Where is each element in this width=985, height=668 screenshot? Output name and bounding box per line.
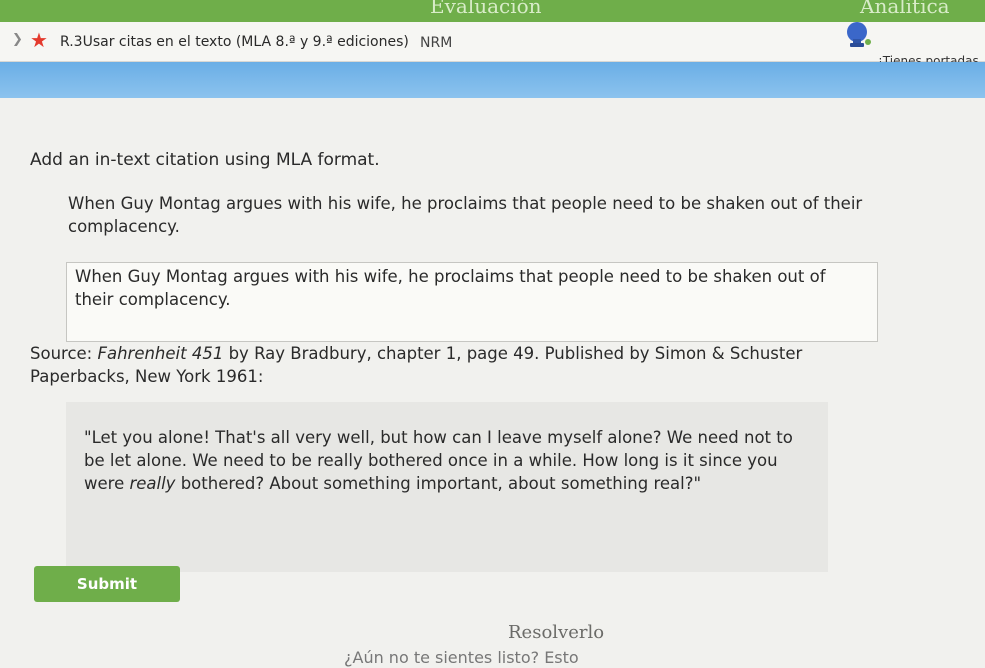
- skill-title: R.3Usar citas en el texto (MLA 8.ª y 9.ª…: [60, 34, 409, 50]
- skill-code: NRM: [420, 35, 453, 51]
- source-title: Fahrenheit 451: [97, 344, 224, 363]
- source-citation: Source: Fahrenheit 451 by Ray Bradbury, …: [30, 342, 880, 388]
- nav-item-analitica[interactable]: Analítica: [860, 0, 950, 18]
- top-navigation-bar: Evaluación Analítica: [0, 0, 985, 22]
- trophy-icon[interactable]: [842, 20, 872, 48]
- nav-item-evaluacion[interactable]: Evaluación: [430, 0, 542, 18]
- question-instruction: Add an in-text citation using MLA format…: [30, 150, 380, 170]
- skill-header: ❯ ★ R.3Usar citas en el texto (MLA 8.ª y…: [0, 22, 985, 62]
- original-sentence: When Guy Montag argues with his wife, he…: [68, 194, 863, 236]
- quote-text-end: bothered? About something important, abo…: [175, 474, 702, 493]
- quote-emphasis: really: [129, 474, 176, 493]
- blue-banner: [0, 62, 985, 98]
- source-label: Source:: [30, 344, 98, 363]
- resolve-heading: Resolverlo: [508, 622, 605, 643]
- submit-button[interactable]: Submit: [34, 566, 180, 602]
- ready-prompt-text[interactable]: ¿Aún no te sientes listo? Esto: [344, 648, 579, 667]
- star-icon[interactable]: ★: [30, 28, 48, 52]
- source-quote: "Let you alone! That's all very well, bu…: [66, 402, 828, 572]
- chevron-right-icon[interactable]: ❯: [12, 32, 23, 47]
- answer-input[interactable]: When Guy Montag argues with his wife, he…: [66, 262, 878, 342]
